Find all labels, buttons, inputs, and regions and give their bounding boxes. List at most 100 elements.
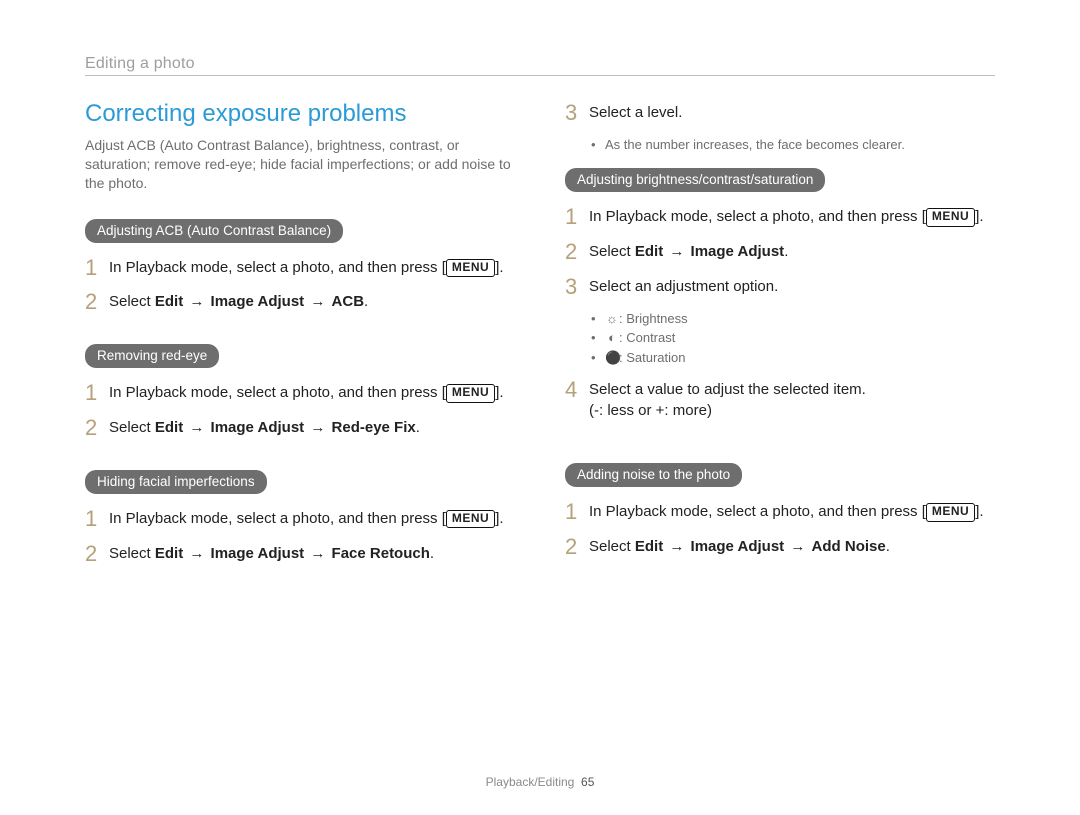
face-step-1: 1 In Playback mode, select a photo, and … <box>85 506 515 535</box>
text: : Brightness <box>619 311 688 326</box>
arrow-icon: → <box>667 536 686 557</box>
step-body: In Playback mode, select a photo, and th… <box>109 380 504 403</box>
menu-button-icon: MENU <box>446 259 495 278</box>
text: . <box>416 419 420 436</box>
step-number: 1 <box>565 202 589 233</box>
text: . <box>499 510 503 527</box>
text: . <box>886 538 890 555</box>
step-number: 3 <box>565 272 589 303</box>
arrow-icon: → <box>788 536 807 557</box>
section-title: Correcting exposure problems <box>85 100 515 128</box>
noise-step-2: 2 Select Edit → Image Adjust → Add Noise… <box>565 534 995 563</box>
step-body: Select Edit → Image Adjust → Add Noise. <box>589 534 890 557</box>
bold-text: Edit <box>155 419 183 436</box>
menu-button-icon: MENU <box>926 208 975 227</box>
bold-text: Edit <box>155 293 183 310</box>
step-body: Select Edit → Image Adjust → Face Retouc… <box>109 541 434 564</box>
note-text: As the number increases, the face become… <box>591 135 995 155</box>
step-number: 3 <box>565 98 589 129</box>
step-number: 2 <box>85 287 109 318</box>
step-number: 2 <box>565 532 589 563</box>
bold-text: Face Retouch <box>332 545 430 562</box>
page-footer: Playback/Editing 65 <box>0 775 1080 789</box>
step-number: 1 <box>565 497 589 528</box>
option-saturation: ⚫: Saturation <box>591 348 995 368</box>
step-body: Select an adjustment option. <box>589 274 778 297</box>
text: . <box>979 208 983 225</box>
option-contrast: ◐: Contrast <box>591 328 995 348</box>
bcs-step-3: 3 Select an adjustment option. <box>565 274 995 303</box>
text: . <box>784 243 788 260</box>
bold-text: Image Adjust <box>691 538 785 555</box>
breadcrumb: Editing a photo <box>85 55 995 76</box>
text: In Playback mode, select a photo, and th… <box>589 208 922 225</box>
arrow-icon: → <box>308 417 327 438</box>
left-column: Correcting exposure problems Adjust ACB … <box>85 100 515 575</box>
menu-button-icon: MENU <box>446 510 495 529</box>
step-body: Select Edit → Image Adjust → Red-eye Fix… <box>109 415 420 438</box>
text: Select <box>109 293 155 310</box>
arrow-icon: → <box>308 543 327 564</box>
bold-text: Image Adjust <box>211 545 305 562</box>
step-number: 2 <box>565 237 589 268</box>
text: In Playback mode, select a photo, and th… <box>589 503 922 520</box>
text: Select <box>589 243 635 260</box>
pill-face: Hiding facial imperfections <box>85 470 267 494</box>
step-body: Select Edit → Image Adjust. <box>589 239 788 262</box>
step-body: In Playback mode, select a photo, and th… <box>109 255 504 278</box>
option-brightness: ☼: Brightness <box>591 309 995 329</box>
face-step-3: 3 Select a level. <box>565 100 995 129</box>
text: . <box>430 545 434 562</box>
pill-bcs: Adjusting brightness/contrast/saturation <box>565 168 825 192</box>
bold-text: Image Adjust <box>211 293 305 310</box>
bcs-step-2: 2 Select Edit → Image Adjust. <box>565 239 995 268</box>
pill-noise: Adding noise to the photo <box>565 463 742 487</box>
step-number: 4 <box>565 375 589 406</box>
text: . <box>499 384 503 401</box>
step-number: 1 <box>85 378 109 409</box>
intro-text: Adjust ACB (Auto Contrast Balance), brig… <box>85 136 515 193</box>
step-number: 2 <box>85 539 109 570</box>
contrast-icon: ◐ <box>605 328 619 348</box>
step-number: 2 <box>85 413 109 444</box>
step-body: In Playback mode, select a photo, and th… <box>589 499 984 522</box>
bold-text: Red-eye Fix <box>332 419 416 436</box>
page-columns: Correcting exposure problems Adjust ACB … <box>85 100 995 575</box>
bcs-step-1: 1 In Playback mode, select a photo, and … <box>565 204 995 233</box>
saturation-icon: ⚫ <box>605 348 619 368</box>
brightness-icon: ☼ <box>605 309 619 329</box>
text: : Contrast <box>619 330 675 345</box>
text: In Playback mode, select a photo, and th… <box>109 384 442 401</box>
arrow-icon: → <box>187 543 206 564</box>
text: Select an adjustment option. <box>589 278 778 295</box>
bold-text: ACB <box>332 293 365 310</box>
pill-redeye: Removing red-eye <box>85 344 219 368</box>
acb-step-2: 2 Select Edit → Image Adjust → ACB. <box>85 289 515 318</box>
text: Select a level. <box>589 104 682 121</box>
arrow-icon: → <box>308 291 327 312</box>
text: . <box>979 503 983 520</box>
step-body: Select a level. <box>589 100 682 123</box>
bold-text: Edit <box>155 545 183 562</box>
arrow-icon: → <box>667 241 686 262</box>
step-body: Select Edit → Image Adjust → ACB. <box>109 289 368 312</box>
page-number: 65 <box>581 775 594 789</box>
step-number: 1 <box>85 253 109 284</box>
text: . <box>364 293 368 310</box>
bcs-step-4: 4 Select a value to adjust the selected … <box>565 377 995 421</box>
acb-step-1: 1 In Playback mode, select a photo, and … <box>85 255 515 284</box>
menu-button-icon: MENU <box>926 503 975 522</box>
text: : Saturation <box>619 350 686 365</box>
redeye-step-1: 1 In Playback mode, select a photo, and … <box>85 380 515 409</box>
step-body: Select a value to adjust the selected it… <box>589 377 866 421</box>
noise-step-1: 1 In Playback mode, select a photo, and … <box>565 499 995 528</box>
bold-text: Image Adjust <box>691 243 785 260</box>
text: Select <box>589 538 635 555</box>
text: Select <box>109 545 155 562</box>
text: Select <box>109 419 155 436</box>
footer-section: Playback/Editing <box>486 775 575 789</box>
face-step-3-notes: As the number increases, the face become… <box>565 135 995 155</box>
bold-text: Edit <box>635 538 663 555</box>
pill-acb: Adjusting ACB (Auto Contrast Balance) <box>85 219 343 243</box>
step-body: In Playback mode, select a photo, and th… <box>109 506 504 529</box>
